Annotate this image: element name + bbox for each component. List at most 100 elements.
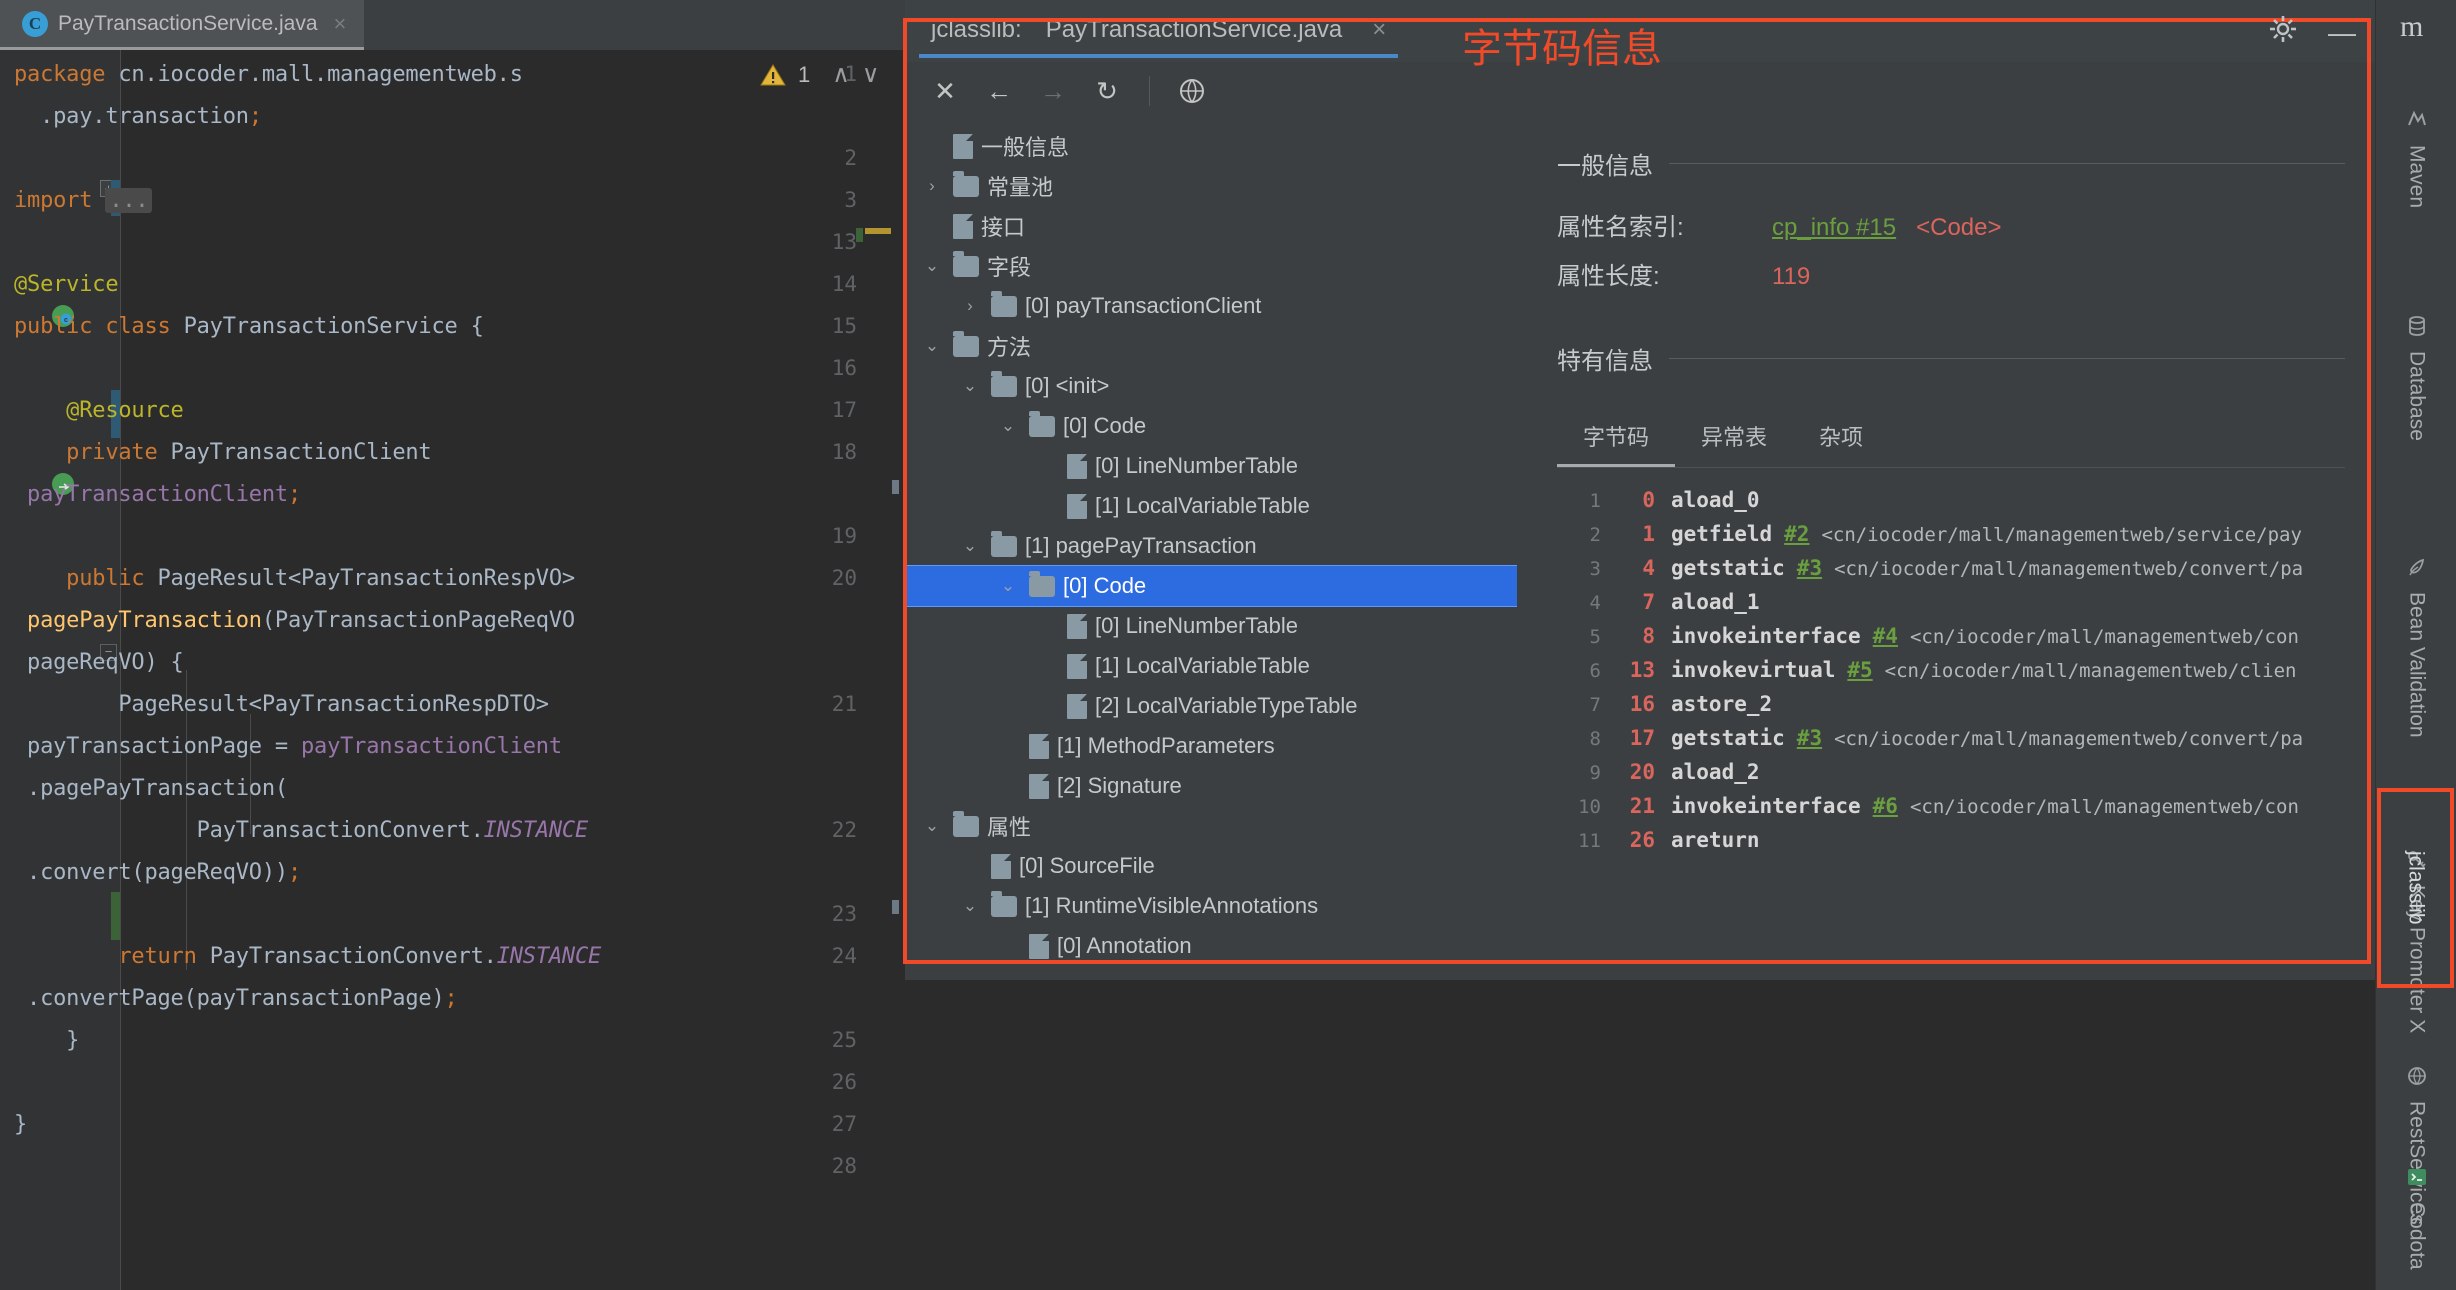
- chevron-down-icon[interactable]: ⌄: [957, 536, 983, 556]
- bytecode-offset: 13: [1629, 658, 1655, 682]
- tree-node[interactable]: ›[0] LineNumberTable: [905, 446, 1517, 486]
- constant-pool-ref-link[interactable]: #6: [1873, 794, 1898, 818]
- tree-node[interactable]: ›[0] SourceFile: [905, 846, 1517, 886]
- bytecode-row[interactable]: 1 0 aload_0: [1557, 488, 2345, 522]
- chevron-down-icon[interactable]: ⌄: [995, 576, 1021, 596]
- bytecode-row[interactable]: 2 1 getfield #2 <cn/iocoder/mall/managementw…: [1557, 522, 2345, 556]
- detail-tab-strip: 字节码 异常表 杂项: [1557, 410, 2345, 467]
- constant-pool-ref-link[interactable]: #3: [1797, 556, 1822, 580]
- editor-marker-changed: [856, 228, 863, 242]
- close-icon[interactable]: ×: [1372, 16, 1386, 44]
- bytecode-opcode: aload_2: [1671, 760, 1760, 784]
- chevron-down-icon[interactable]: ⌄: [957, 896, 983, 916]
- jclasslib-tab[interactable]: jclasslib: PayTransactionService.java ×: [919, 6, 1399, 58]
- prev-problem-icon[interactable]: ∧: [832, 60, 850, 89]
- tree-node-label: [0] Code: [1063, 573, 1147, 598]
- line-number: 2: [844, 146, 857, 170]
- editor-tab-paytransactionservice[interactable]: C PayTransactionService.java ×: [0, 0, 365, 50]
- tree-node[interactable]: ›[0] Annotation: [905, 926, 1517, 966]
- chevron-down-icon[interactable]: ⌄: [919, 256, 945, 276]
- tree-node[interactable]: ⌄ 字段: [905, 246, 1517, 286]
- bytecode-row[interactable]: 9 20 aload_2: [1557, 760, 2345, 794]
- sidebar-tab-bean-validation[interactable]: Bean Validation: [2376, 502, 2456, 792]
- tree-node[interactable]: ⌄ [0] Code: [905, 406, 1517, 446]
- bytecode-listing[interactable]: 1 0 aload_0 2 1 getfield #2 <cn/iocoder/mall/ma…: [1557, 488, 2345, 1008]
- sidebar-tab-jclasslib-highlight[interactable]: jclasslib: [2377, 788, 2454, 988]
- chevron-down-icon[interactable]: ⌄: [957, 376, 983, 396]
- tree-node-label: [0] payTransactionClient: [1025, 293, 1262, 318]
- folder-icon: [1029, 410, 1055, 437]
- tab-exception-table[interactable]: 异常表: [1675, 410, 1793, 467]
- chevron-right-icon[interactable]: ›: [957, 296, 983, 316]
- tree-node[interactable]: ⌄ [1] pagePayTransaction: [905, 526, 1517, 566]
- chevron-down-icon[interactable]: ⌄: [995, 416, 1021, 436]
- tree-node[interactable]: ›[1] LocalVariableTable: [905, 646, 1517, 686]
- tree-node[interactable]: ›[1] LocalVariableTable: [905, 486, 1517, 526]
- editor-marker-changed: [892, 900, 899, 914]
- editor-pane: C PayTransactionService.java × + c −: [0, 0, 905, 1290]
- back-icon[interactable]: ←: [977, 69, 1021, 113]
- bytecode-row[interactable]: 11 26 areturn: [1557, 828, 2345, 862]
- tree-node[interactable]: ⌄ 属性: [905, 806, 1517, 846]
- code-line: package cn.iocoder.mall.managementweb.s: [14, 62, 523, 87]
- tree-node[interactable]: › [0] payTransactionClient: [905, 286, 1517, 326]
- jclasslib-structure-tree[interactable]: ›一般信息›常量池›接口⌄字段 › [0] payTransactionClient…: [905, 120, 1517, 980]
- next-problem-icon[interactable]: ∨: [862, 60, 880, 89]
- bytecode-row[interactable]: 10 21 invokeinterface #6 <cn/iocoder/mall/ma…: [1557, 794, 2345, 828]
- line-number: 26: [831, 1070, 857, 1094]
- tree-node[interactable]: ⌄ [0] <init>: [905, 366, 1517, 406]
- bytecode-row[interactable]: 8 17 getstatic #3 <cn/iocoder/mall/managemen…: [1557, 726, 2345, 760]
- tree-node[interactable]: ›[2] LocalVariableTypeTable: [905, 686, 1517, 726]
- bytecode-line-number: 4: [1589, 592, 1601, 614]
- constant-pool-ref-link[interactable]: #3: [1797, 726, 1822, 750]
- code-line: public PageResult<PayTransactionRespVO>: [14, 566, 575, 591]
- bytecode-row[interactable]: 6 13 invokevirtual #5 <cn/iocoder/mall/manag…: [1557, 658, 2345, 692]
- close-icon[interactable]: ✕: [923, 69, 967, 113]
- tree-node[interactable]: › 常量池: [905, 166, 1517, 206]
- tree-node[interactable]: ›[1] MethodParameters: [905, 726, 1517, 766]
- constant-pool-ref-link[interactable]: #4: [1873, 624, 1898, 648]
- empty-editor-background: [905, 980, 2375, 1290]
- toolbar-separator: [1149, 76, 1150, 106]
- editor-inspection-widget[interactable]: 1 ∧ ∨: [760, 60, 879, 89]
- browse-icon[interactable]: [1170, 69, 1214, 113]
- tab-misc[interactable]: 杂项: [1793, 410, 1889, 467]
- editor-code-area[interactable]: [120, 50, 905, 1290]
- code-line: import ...: [14, 188, 153, 213]
- tree-node[interactable]: ›[0] LineNumberTable: [905, 606, 1517, 646]
- cp-info-link[interactable]: cp_info #15: [1772, 214, 1896, 242]
- sidebar-tab-maven[interactable]: Maven: [2376, 64, 2456, 254]
- bytecode-line-number: 8: [1589, 728, 1601, 750]
- code-line: @Service: [14, 272, 119, 297]
- tree-node[interactable]: ›接口: [905, 206, 1517, 246]
- gear-icon[interactable]: [2268, 14, 2298, 51]
- bytecode-row[interactable]: 7 16 astore_2: [1557, 692, 2345, 726]
- line-number: 20: [831, 566, 857, 590]
- tree-node[interactable]: ⌄ [1] RuntimeVisibleAnnotations: [905, 886, 1517, 926]
- tree-node[interactable]: ⌄ 方法: [905, 326, 1517, 366]
- chevron-down-icon[interactable]: ⌄: [919, 816, 945, 836]
- sidebar-tab-database[interactable]: Database: [2376, 268, 2456, 488]
- editor-marker-warning[interactable]: [865, 228, 891, 234]
- forward-icon[interactable]: →: [1031, 69, 1075, 113]
- tree-node[interactable]: ⌄ [0] Code: [905, 565, 1517, 607]
- bytecode-row[interactable]: 4 7 aload_1: [1557, 590, 2345, 624]
- bytecode-row[interactable]: 3 4 getstatic #3 <cn/iocoder/mall/management…: [1557, 556, 2345, 590]
- constant-pool-ref-link[interactable]: #5: [1847, 658, 1872, 682]
- bytecode-row[interactable]: 5 8 invokeinterface #4 <cn/iocoder/mall/mana…: [1557, 624, 2345, 658]
- tab-bytecode[interactable]: 字节码: [1557, 410, 1676, 467]
- chevron-right-icon[interactable]: ›: [919, 176, 945, 196]
- tree-node[interactable]: ›一般信息: [905, 126, 1517, 166]
- general-info-label: 一般信息: [1557, 153, 1653, 180]
- close-icon[interactable]: ×: [334, 11, 347, 37]
- chevron-down-icon[interactable]: ⌄: [919, 336, 945, 356]
- reload-icon[interactable]: ↻: [1085, 69, 1129, 113]
- tree-node-label: [1] LocalVariableTable: [1095, 493, 1310, 518]
- tree-node-label: [1] pagePayTransaction: [1025, 533, 1257, 558]
- tree-node[interactable]: ›[2] Signature: [905, 766, 1517, 806]
- folder-icon: [991, 530, 1017, 557]
- minimize-icon[interactable]: —: [2328, 17, 2356, 49]
- constant-pool-ref-link[interactable]: #2: [1784, 522, 1809, 546]
- divider: [1669, 163, 2345, 164]
- sidebar-tab-codota[interactable]: Codota: [2376, 1150, 2456, 1285]
